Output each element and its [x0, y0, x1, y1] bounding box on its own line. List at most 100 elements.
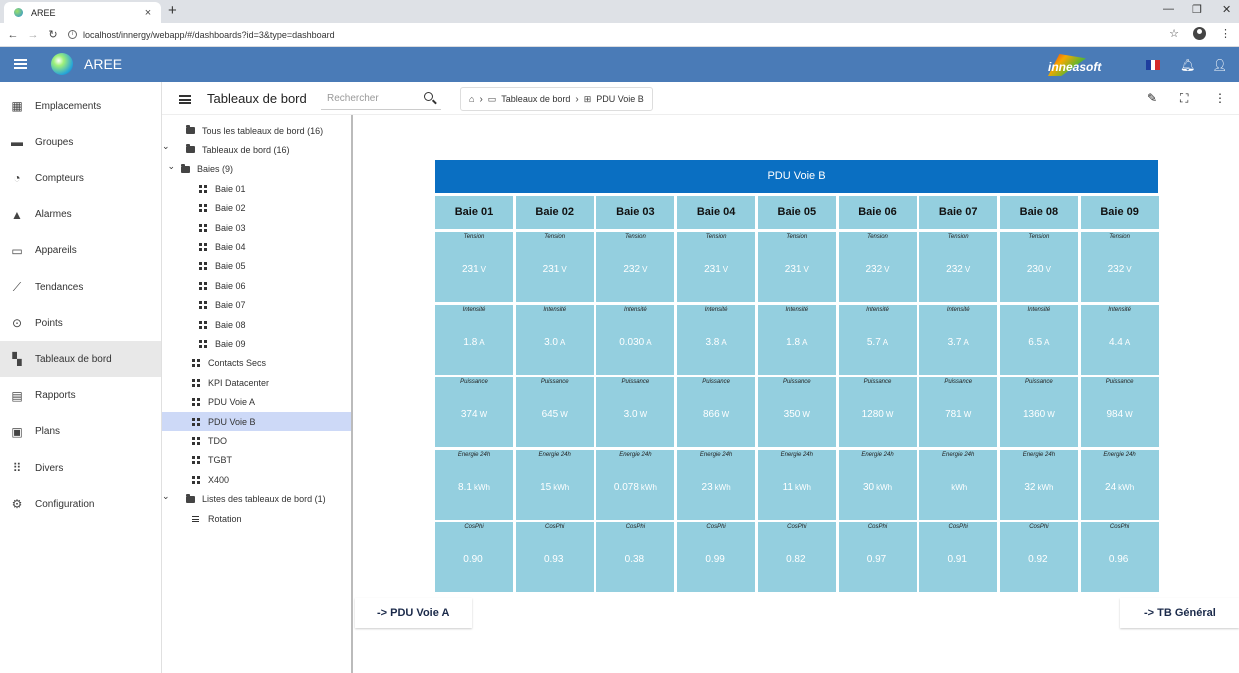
link-tb-general[interactable]: -> TB Général: [1120, 598, 1239, 628]
metric-cell[interactable]: Tension 230 V: [999, 232, 1078, 302]
profile-icon[interactable]: [1193, 27, 1206, 40]
sidebar-item-alarmes[interactable]: ▲ Alarmes: [0, 197, 161, 233]
browser-tab[interactable]: AREE ×: [4, 2, 161, 23]
tree-item[interactable]: KPI Datacenter: [162, 373, 351, 392]
metric-cell[interactable]: Energie 24h 0.078 kWh: [596, 449, 675, 520]
tree-item[interactable]: Baie 06: [162, 276, 351, 295]
sidebar-item-tableaux-de-bord[interactable]: ▚ Tableaux de bord: [0, 341, 161, 378]
metric-cell[interactable]: Tension 232 V: [838, 232, 917, 302]
metric-cell[interactable]: Tension 231 V: [757, 232, 836, 302]
tree-item[interactable]: Baie 03: [162, 218, 351, 237]
search-input[interactable]: [327, 93, 417, 104]
tree-item[interactable]: Baie 04: [162, 237, 351, 256]
notifications-icon[interactable]: 🔔︎: [1180, 58, 1195, 72]
metric-cell[interactable]: Puissance 350 W: [757, 377, 836, 448]
sidebar-item-compteurs[interactable]: ◔ Compteurs: [0, 160, 161, 196]
tree-item[interactable]: TGBT: [162, 451, 351, 470]
home-icon[interactable]: ⌂: [469, 94, 474, 104]
metric-cell[interactable]: Tension 232 V: [919, 232, 998, 302]
metric-cell[interactable]: CosPhi 0.38: [596, 522, 675, 593]
metric-cell[interactable]: CosPhi 0.82: [757, 522, 836, 593]
metric-cell[interactable]: Intensité 3.8 A: [677, 304, 756, 375]
metric-cell[interactable]: Puissance 1360 W: [999, 377, 1078, 448]
sidebar-item-plans[interactable]: ▣ Plans: [0, 414, 161, 450]
sidebar-item-configuration[interactable]: ⚙ Configuration: [0, 486, 161, 522]
metric-cell[interactable]: Energie 24h 15 kWh: [515, 449, 594, 520]
tree-item[interactable]: X400: [162, 470, 351, 489]
sidebar-item-emplacements[interactable]: ▦ Emplacements: [0, 88, 161, 124]
metric-cell[interactable]: Puissance 3.0 W: [596, 377, 675, 448]
new-tab-button[interactable]: +: [168, 2, 177, 19]
metric-cell[interactable]: CosPhi 0.96: [1080, 522, 1159, 593]
metric-cell[interactable]: Intensité 4.4 A: [1080, 304, 1159, 375]
tree-toggle-icon[interactable]: [179, 95, 191, 104]
metric-cell[interactable]: Tension 231 V: [677, 232, 756, 302]
metric-cell[interactable]: CosPhi 0.93: [515, 522, 594, 593]
language-flag-icon[interactable]: [1146, 60, 1161, 70]
tree-item[interactable]: PDU Voie B: [162, 412, 351, 431]
star-icon[interactable]: ☆: [1169, 27, 1179, 40]
tree-item[interactable]: Tous les tableaux de bord (16): [162, 121, 351, 140]
metric-cell[interactable]: Tension 231 V: [435, 232, 513, 302]
restore-button[interactable]: ❐: [1192, 3, 1202, 16]
metric-cell[interactable]: Intensité 3.0 A: [515, 304, 594, 375]
url-field[interactable]: i localhost/innergy/webapp/#/dashboards?…: [68, 30, 335, 40]
tree-item[interactable]: Baie 08: [162, 315, 351, 334]
tree-item[interactable]: Baie 07: [162, 296, 351, 315]
chevron-down-icon[interactable]: ⌄: [162, 141, 170, 151]
reload-icon[interactable]: ↻: [46, 28, 60, 41]
tree-item[interactable]: Baie 01: [162, 179, 351, 198]
sidebar-item-points[interactable]: ⊙ Points: [0, 305, 161, 341]
fullscreen-icon[interactable]: ⛶: [1180, 91, 1188, 106]
metric-cell[interactable]: CosPhi 0.91: [919, 522, 998, 593]
link-pdu-voie-a[interactable]: -> PDU Voie A: [355, 598, 472, 628]
info-icon[interactable]: i: [68, 30, 77, 39]
metric-cell[interactable]: CosPhi 0.99: [677, 522, 756, 593]
tree-item[interactable]: TDO: [162, 431, 351, 450]
search-icon[interactable]: [424, 92, 433, 101]
metric-cell[interactable]: Intensité 1.8 A: [435, 304, 513, 375]
metric-cell[interactable]: Puissance 374 W: [435, 377, 513, 448]
metric-cell[interactable]: Puissance 866 W: [677, 377, 756, 448]
metric-cell[interactable]: Puissance 1280 W: [838, 377, 917, 448]
user-icon[interactable]: 👤︎: [1212, 58, 1227, 72]
metric-cell[interactable]: Energie 24h 23 kWh: [677, 449, 756, 520]
forward-icon[interactable]: →: [26, 29, 40, 41]
metric-cell[interactable]: CosPhi 0.97: [838, 522, 917, 593]
edit-icon[interactable]: ✎: [1147, 91, 1157, 105]
sidebar-item-divers[interactable]: ⠿ Divers: [0, 450, 161, 486]
back-icon[interactable]: ←: [6, 29, 20, 41]
metric-cell[interactable]: Intensité 3.7 A: [919, 304, 998, 375]
metric-cell[interactable]: Energie 24h 8.1 kWh: [435, 449, 513, 520]
tree-item[interactable]: Contacts Secs: [162, 354, 351, 373]
tree-item[interactable]: Rotation: [162, 509, 351, 528]
breadcrumb-item[interactable]: Tableaux de bord: [501, 94, 570, 104]
more-vert-icon[interactable]: ⋮: [1214, 91, 1226, 105]
metric-cell[interactable]: Tension 232 V: [1080, 232, 1159, 302]
metric-cell[interactable]: Energie 24h 32 kWh: [999, 449, 1078, 520]
minimize-button[interactable]: —: [1163, 3, 1174, 15]
tree-item[interactable]: PDU Voie A: [162, 393, 351, 412]
tree-item[interactable]: ⌄ Listes des tableaux de bord (1): [162, 490, 351, 509]
metric-cell[interactable]: Puissance 781 W: [919, 377, 998, 448]
metric-cell[interactable]: Tension 231 V: [515, 232, 594, 302]
metric-cell[interactable]: Intensité 6.5 A: [999, 304, 1078, 375]
tree-item[interactable]: ⌄ Tableaux de bord (16): [162, 140, 351, 159]
metric-cell[interactable]: CosPhi 0.92: [999, 522, 1078, 593]
tree-item[interactable]: Baie 02: [162, 199, 351, 218]
metric-cell[interactable]: Puissance 984 W: [1080, 377, 1159, 448]
metric-cell[interactable]: Intensité 1.8 A: [757, 304, 836, 375]
metric-cell[interactable]: CosPhi 0.90: [435, 522, 513, 593]
sidebar-item-groupes[interactable]: ▬ Groupes: [0, 124, 161, 160]
metric-cell[interactable]: Energie 24h 30 kWh: [838, 449, 917, 520]
window-close-button[interactable]: ✕: [1222, 3, 1231, 16]
metric-cell[interactable]: Puissance 645 W: [515, 377, 594, 448]
metric-cell[interactable]: Intensité 5.7 A: [838, 304, 917, 375]
sidebar-item-appareils[interactable]: ▭ Appareils: [0, 233, 161, 269]
chevron-down-icon[interactable]: ⌄: [167, 161, 175, 171]
tree-item[interactable]: Baie 09: [162, 334, 351, 353]
sidebar-item-rapports[interactable]: ▤ Rapports: [0, 378, 161, 414]
browser-menu-icon[interactable]: ⋮: [1220, 27, 1231, 40]
metric-cell[interactable]: Tension 232 V: [596, 232, 675, 302]
chevron-down-icon[interactable]: ⌄: [162, 491, 170, 501]
